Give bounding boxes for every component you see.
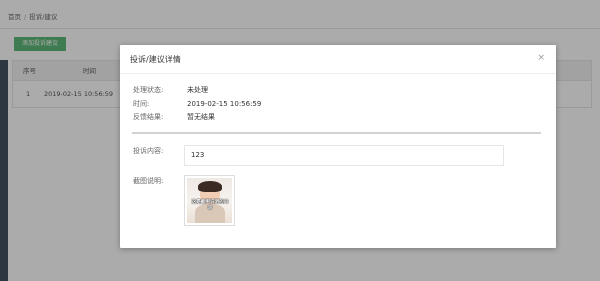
feedback-label: 反馈结果:: [133, 113, 164, 121]
modal-title: 投诉/建议详情: [120, 45, 556, 74]
section-divider: [132, 132, 541, 134]
time-value: 2019-02-15 10:56:59: [187, 99, 262, 108]
status-row: 处理状态: 未处理: [133, 84, 261, 98]
photo-hair: [198, 181, 222, 192]
time-label: 时间:: [133, 99, 150, 108]
feedback-value: 暂无结果: [187, 113, 215, 121]
screenshot-image: 这是截图说明的内容: [187, 178, 232, 223]
status-value: 未处理: [187, 86, 208, 94]
status-label: 处理状态:: [133, 86, 164, 94]
screenshot-label: 截图说明:: [133, 177, 164, 185]
detail-info: 处理状态: 未处理 时间: 2019-02-15 10:56:59 反馈结果: …: [133, 84, 261, 125]
screenshot-caption: 这是截图说明的内容: [191, 200, 229, 211]
time-row: 时间: 2019-02-15 10:56:59: [133, 98, 261, 112]
feedback-row: 反馈结果: 暂无结果: [133, 111, 261, 125]
complaint-detail-modal: 投诉/建议详情 × 处理状态: 未处理 时间: 2019-02-15 10:56…: [120, 45, 556, 248]
close-icon[interactable]: ×: [537, 53, 545, 63]
screenshot-thumbnail[interactable]: 这是截图说明的内容: [184, 175, 235, 226]
content-field: 123: [184, 145, 504, 166]
content-label: 投诉内容:: [133, 147, 164, 155]
